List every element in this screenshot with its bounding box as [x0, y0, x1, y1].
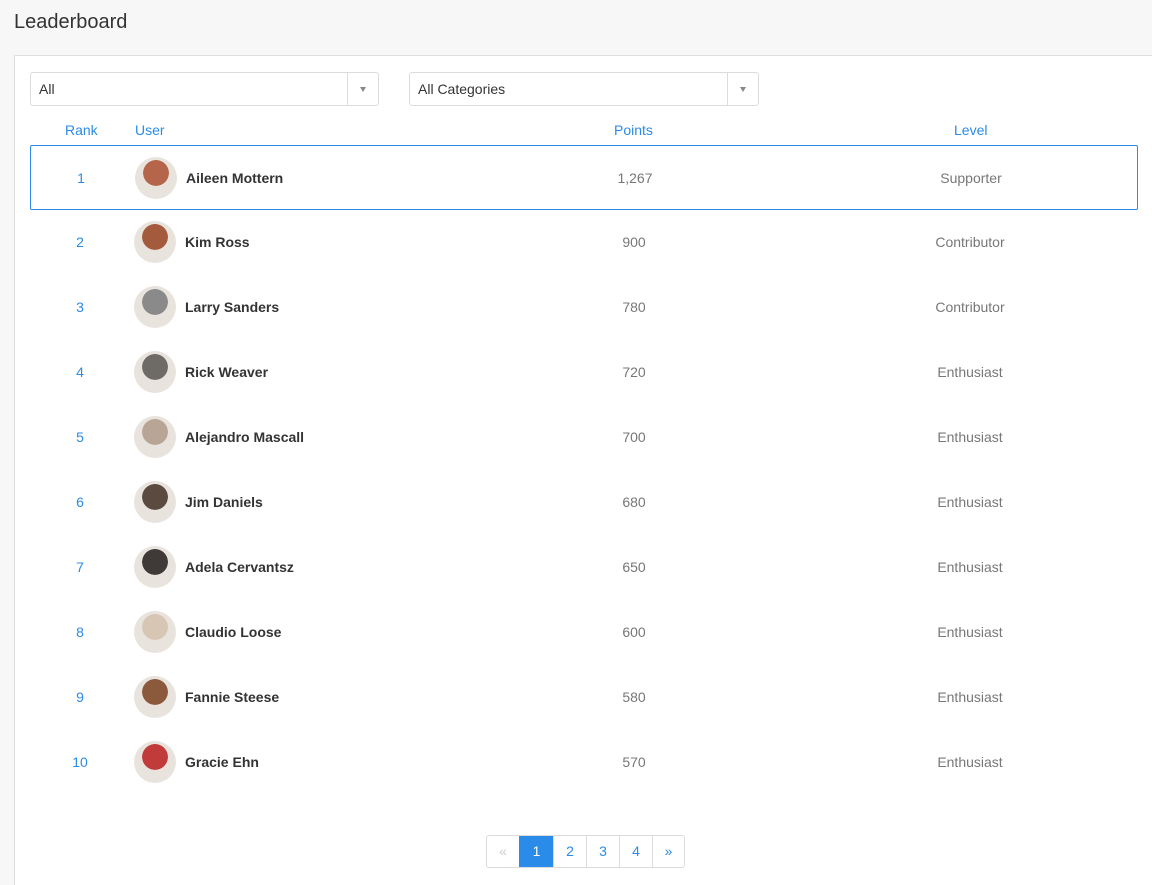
level-cell: Contributor [935, 299, 1005, 315]
points-cell: 580 [622, 689, 646, 705]
rank-cell: 5 [76, 429, 84, 445]
period-filter-select[interactable]: All [30, 72, 379, 106]
pagination-page-2[interactable]: 2 [553, 836, 586, 867]
page-header: Leaderboard [0, 0, 1152, 55]
level-cell: Enthusiast [937, 689, 1003, 705]
table-row[interactable]: 5 Alejandro Mascall 700 Enthusiast [30, 405, 1138, 470]
user-name-link[interactable]: Claudio Loose [185, 624, 281, 640]
avatar[interactable] [134, 416, 176, 458]
table-row[interactable]: 3 Larry Sanders 780 Contributor [30, 275, 1138, 340]
pagination-page-4[interactable]: 4 [619, 836, 652, 867]
user-name-link[interactable]: Larry Sanders [185, 299, 279, 315]
rank-cell: 8 [76, 624, 84, 640]
user-name-link[interactable]: Fannie Steese [185, 689, 279, 705]
column-header-user[interactable]: User [135, 122, 165, 138]
level-cell: Enthusiast [937, 429, 1003, 445]
level-cell: Enthusiast [937, 559, 1003, 575]
table-row[interactable]: 6 Jim Daniels 680 Enthusiast [30, 470, 1138, 535]
avatar[interactable] [134, 286, 176, 328]
table-row[interactable]: 7 Adela Cervantsz 650 Enthusiast [30, 535, 1138, 600]
category-filter-dropdown-toggle[interactable] [727, 73, 758, 105]
pagination: « 1 2 3 4 » [486, 835, 685, 868]
avatar[interactable] [135, 157, 177, 199]
column-header-rank[interactable]: Rank [65, 122, 98, 138]
table-row[interactable]: 2 Kim Ross 900 Contributor [30, 210, 1138, 275]
avatar[interactable] [134, 546, 176, 588]
points-cell: 720 [622, 364, 646, 380]
level-cell: Enthusiast [937, 624, 1003, 640]
level-cell: Enthusiast [937, 754, 1003, 770]
table-row[interactable]: 4 Rick Weaver 720 Enthusiast [30, 340, 1138, 405]
user-name-link[interactable]: Kim Ross [185, 234, 250, 250]
rank-cell: 2 [76, 234, 84, 250]
table-row[interactable]: 1 Aileen Mottern 1,267 Supporter [30, 145, 1138, 210]
column-header-level[interactable]: Level [954, 122, 987, 138]
points-cell: 570 [622, 754, 646, 770]
table-row[interactable]: 8 Claudio Loose 600 Enthusiast [30, 600, 1138, 665]
user-name-link[interactable]: Aileen Mottern [186, 170, 283, 186]
column-header-points[interactable]: Points [614, 122, 653, 138]
table-row[interactable]: 10 Gracie Ehn 570 Enthusiast [30, 730, 1138, 795]
points-cell: 650 [622, 559, 646, 575]
avatar[interactable] [134, 676, 176, 718]
chevron-down-icon [740, 86, 746, 92]
level-cell: Contributor [935, 234, 1005, 250]
rank-cell: 10 [72, 754, 88, 770]
user-name-link[interactable]: Jim Daniels [185, 494, 263, 510]
pagination-page-1[interactable]: 1 [519, 836, 553, 867]
period-filter-dropdown-toggle[interactable] [347, 73, 378, 105]
category-filter-select[interactable]: All Categories [409, 72, 759, 106]
rank-cell: 4 [76, 364, 84, 380]
rank-cell: 9 [76, 689, 84, 705]
user-name-link[interactable]: Adela Cervantsz [185, 559, 294, 575]
user-name-link[interactable]: Rick Weaver [185, 364, 268, 380]
points-cell: 700 [622, 429, 646, 445]
table-row[interactable]: 9 Fannie Steese 580 Enthusiast [30, 665, 1138, 730]
points-cell: 1,267 [617, 170, 653, 186]
level-cell: Supporter [940, 170, 1002, 186]
avatar[interactable] [134, 481, 176, 523]
pagination-next-button[interactable]: » [652, 836, 684, 867]
page-title: Leaderboard [14, 11, 128, 33]
rank-cell: 1 [77, 170, 85, 186]
rank-cell: 7 [76, 559, 84, 575]
points-cell: 900 [622, 234, 646, 250]
points-cell: 780 [622, 299, 646, 315]
avatar[interactable] [134, 741, 176, 783]
period-filter-value: All [39, 81, 55, 97]
category-filter-value: All Categories [418, 81, 506, 97]
level-cell: Enthusiast [937, 364, 1003, 380]
chevron-down-icon [360, 86, 366, 92]
avatar[interactable] [134, 351, 176, 393]
rank-cell: 6 [76, 494, 84, 510]
rank-cell: 3 [76, 299, 84, 315]
user-name-link[interactable]: Alejandro Mascall [185, 429, 304, 445]
points-cell: 600 [622, 624, 646, 640]
avatar[interactable] [134, 221, 176, 263]
avatar[interactable] [134, 611, 176, 653]
points-cell: 680 [622, 494, 646, 510]
user-name-link[interactable]: Gracie Ehn [185, 754, 259, 770]
pagination-page-3[interactable]: 3 [586, 836, 619, 867]
leaderboard-panel: All All Categories Rank User Points Leve… [14, 55, 1152, 885]
level-cell: Enthusiast [937, 494, 1003, 510]
pagination-prev-button[interactable]: « [487, 836, 519, 867]
